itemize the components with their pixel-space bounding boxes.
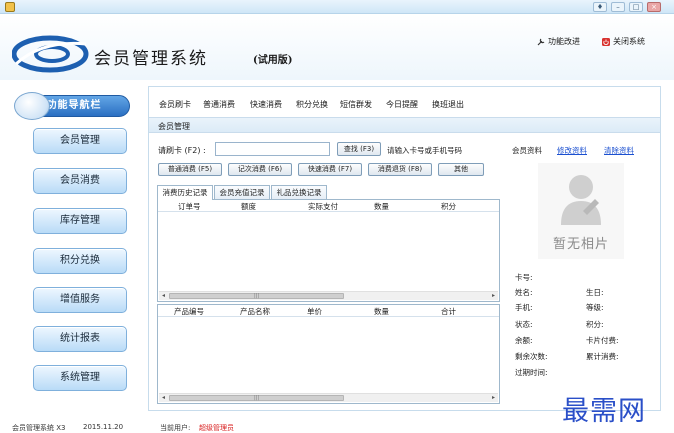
count-consumption-button[interactable]: 记次消费 (F6) xyxy=(228,163,292,176)
person-icon xyxy=(561,175,601,225)
field-points: 积分: xyxy=(586,320,604,329)
field-status: 状态: xyxy=(515,320,533,329)
window-titlebar: ♦ – □ × xyxy=(0,0,674,14)
nav-statistics-reports[interactable]: 统计报表 xyxy=(33,326,127,352)
field-name: 姓名: xyxy=(515,288,533,297)
wrench-icon xyxy=(537,38,545,45)
menu-shift-logout[interactable]: 换班退出 xyxy=(432,99,464,110)
nav-value-added-services[interactable]: 增值服务 xyxy=(33,287,127,313)
scroll-left-icon[interactable]: ◂ xyxy=(159,292,168,300)
other-button[interactable]: 其他 xyxy=(438,163,484,176)
product-grid-header: 产品编号 产品名称 单价 数量 合计 xyxy=(158,305,499,317)
breadcrumb-label: 会员管理 xyxy=(158,122,190,131)
search-button[interactable]: 查找 (F3) xyxy=(337,142,381,156)
edit-info-link[interactable]: 修改资料 xyxy=(557,145,587,156)
product-hscrollbar[interactable]: ◂ ||| ▸ xyxy=(159,393,498,402)
card-input[interactable] xyxy=(215,142,330,156)
tab-recharge-records[interactable]: 会员充值记录 xyxy=(214,185,270,199)
feature-improve-link[interactable]: 功能改进 xyxy=(537,36,580,47)
card-label: 请刷卡 (F2) : xyxy=(158,146,206,155)
no-photo-text: 暂无相片 xyxy=(552,237,609,252)
settings-icon[interactable]: ♦ xyxy=(593,2,607,12)
scroll-right-icon[interactable]: ▸ xyxy=(489,394,498,402)
feature-improve-label: 功能改进 xyxy=(548,37,580,46)
history-grid-header: 订单号 额度 实际支付 数量 积分 xyxy=(158,200,499,212)
nav-member-consumption[interactable]: 会员消费 xyxy=(33,168,127,194)
product-grid: 产品编号 产品名称 单价 数量 合计 ◂ ||| ▸ xyxy=(157,304,500,404)
history-grid: 订单号 额度 实际支付 数量 积分 ◂ ||| ▸ xyxy=(157,199,500,302)
col-order-no: 订单号 xyxy=(178,202,201,211)
nav-bubble-icon xyxy=(14,92,50,120)
minimize-icon[interactable]: – xyxy=(611,2,625,12)
nav-inventory-management[interactable]: 库存管理 xyxy=(33,208,127,234)
tab-gift-exchange[interactable]: 礼品兑换记录 xyxy=(271,185,327,199)
field-total-spent: 累计消费: xyxy=(586,352,619,361)
watermark-text: 最需网 xyxy=(562,396,646,427)
close-system-link[interactable]: 关闭系统 xyxy=(602,36,645,47)
close-system-label: 关闭系统 xyxy=(613,37,645,46)
col-quantity: 数量 xyxy=(374,202,389,211)
col-unit-price: 单价 xyxy=(307,307,322,316)
menu-normal-consumption[interactable]: 普通消费 xyxy=(203,99,235,110)
col-amount: 额度 xyxy=(241,202,256,211)
history-hscrollbar[interactable]: ◂ ||| ▸ xyxy=(159,291,498,300)
tab-consumption-history[interactable]: 消费历史记录 xyxy=(157,185,213,200)
field-level: 等级: xyxy=(586,303,604,312)
col-product-name: 产品名称 xyxy=(240,307,270,316)
scroll-left-icon[interactable]: ◂ xyxy=(159,394,168,402)
menu-sms-broadcast[interactable]: 短信群发 xyxy=(340,99,372,110)
member-photo: 暂无相片 xyxy=(538,163,624,259)
breadcrumb: 会员管理 xyxy=(149,117,660,133)
menu-points-exchange[interactable]: 积分兑换 xyxy=(296,99,328,110)
field-birthday: 生日: xyxy=(586,288,604,297)
card-hint: 请输入卡号或手机号码 xyxy=(387,146,462,155)
status-date: 2015.11.20 xyxy=(83,423,124,431)
power-icon xyxy=(602,37,610,46)
normal-consumption-button[interactable]: 普通消费 (F5) xyxy=(158,163,222,176)
col-points: 积分 xyxy=(441,202,456,211)
field-remaining: 剩余次数: xyxy=(515,352,548,361)
top-menu-bar: 会员刷卡 普通消费 快速消费 积分兑换 短信群发 今日提醒 换班退出 xyxy=(149,87,660,117)
menu-quick-consumption[interactable]: 快速消费 xyxy=(250,99,282,110)
app-header: 会员管理系统 (试用版) 功能改进 关闭系统 xyxy=(0,14,674,80)
scroll-thumb[interactable]: ||| xyxy=(169,293,344,299)
status-user-label: 当前用户: xyxy=(160,424,191,432)
app-title: 会员管理系统 xyxy=(94,49,208,69)
field-card-payment: 卡片付费: xyxy=(586,336,619,345)
clear-info-link[interactable]: 清除资料 xyxy=(604,145,634,156)
scroll-thumb[interactable]: ||| xyxy=(169,395,344,401)
status-current-user: 超级管理员 xyxy=(199,424,234,432)
app-edition: (试用版) xyxy=(253,55,293,66)
app-icon xyxy=(5,2,15,12)
consumption-return-button[interactable]: 消费退货 (F8) xyxy=(368,163,432,176)
col-product-quantity: 数量 xyxy=(374,307,389,316)
field-expire: 过期时间: xyxy=(515,368,548,377)
field-card-no: 卡号: xyxy=(515,273,533,282)
menu-today-reminder[interactable]: 今日提醒 xyxy=(386,99,418,110)
maximize-icon[interactable]: □ xyxy=(629,2,643,12)
col-product-code: 产品编号 xyxy=(174,307,204,316)
close-window-icon[interactable]: × xyxy=(647,2,661,12)
nav-points-exchange[interactable]: 积分兑换 xyxy=(33,248,127,274)
quick-consumption-button[interactable]: 快速消费 (F7) xyxy=(298,163,362,176)
status-version: 会员管理系统 X3 xyxy=(12,424,66,432)
nav-member-management[interactable]: 会员管理 xyxy=(33,128,127,154)
menu-swipe-card[interactable]: 会员刷卡 xyxy=(159,99,191,110)
col-actual-paid: 实际支付 xyxy=(308,202,338,211)
field-balance: 余额: xyxy=(515,336,533,345)
field-phone: 手机: xyxy=(515,303,533,312)
scroll-right-icon[interactable]: ▸ xyxy=(489,292,498,300)
member-info-title: 会员资料 xyxy=(512,146,542,155)
nav-system-management[interactable]: 系统管理 xyxy=(33,365,127,391)
logo-icon xyxy=(12,35,89,73)
col-total: 合计 xyxy=(441,307,456,316)
